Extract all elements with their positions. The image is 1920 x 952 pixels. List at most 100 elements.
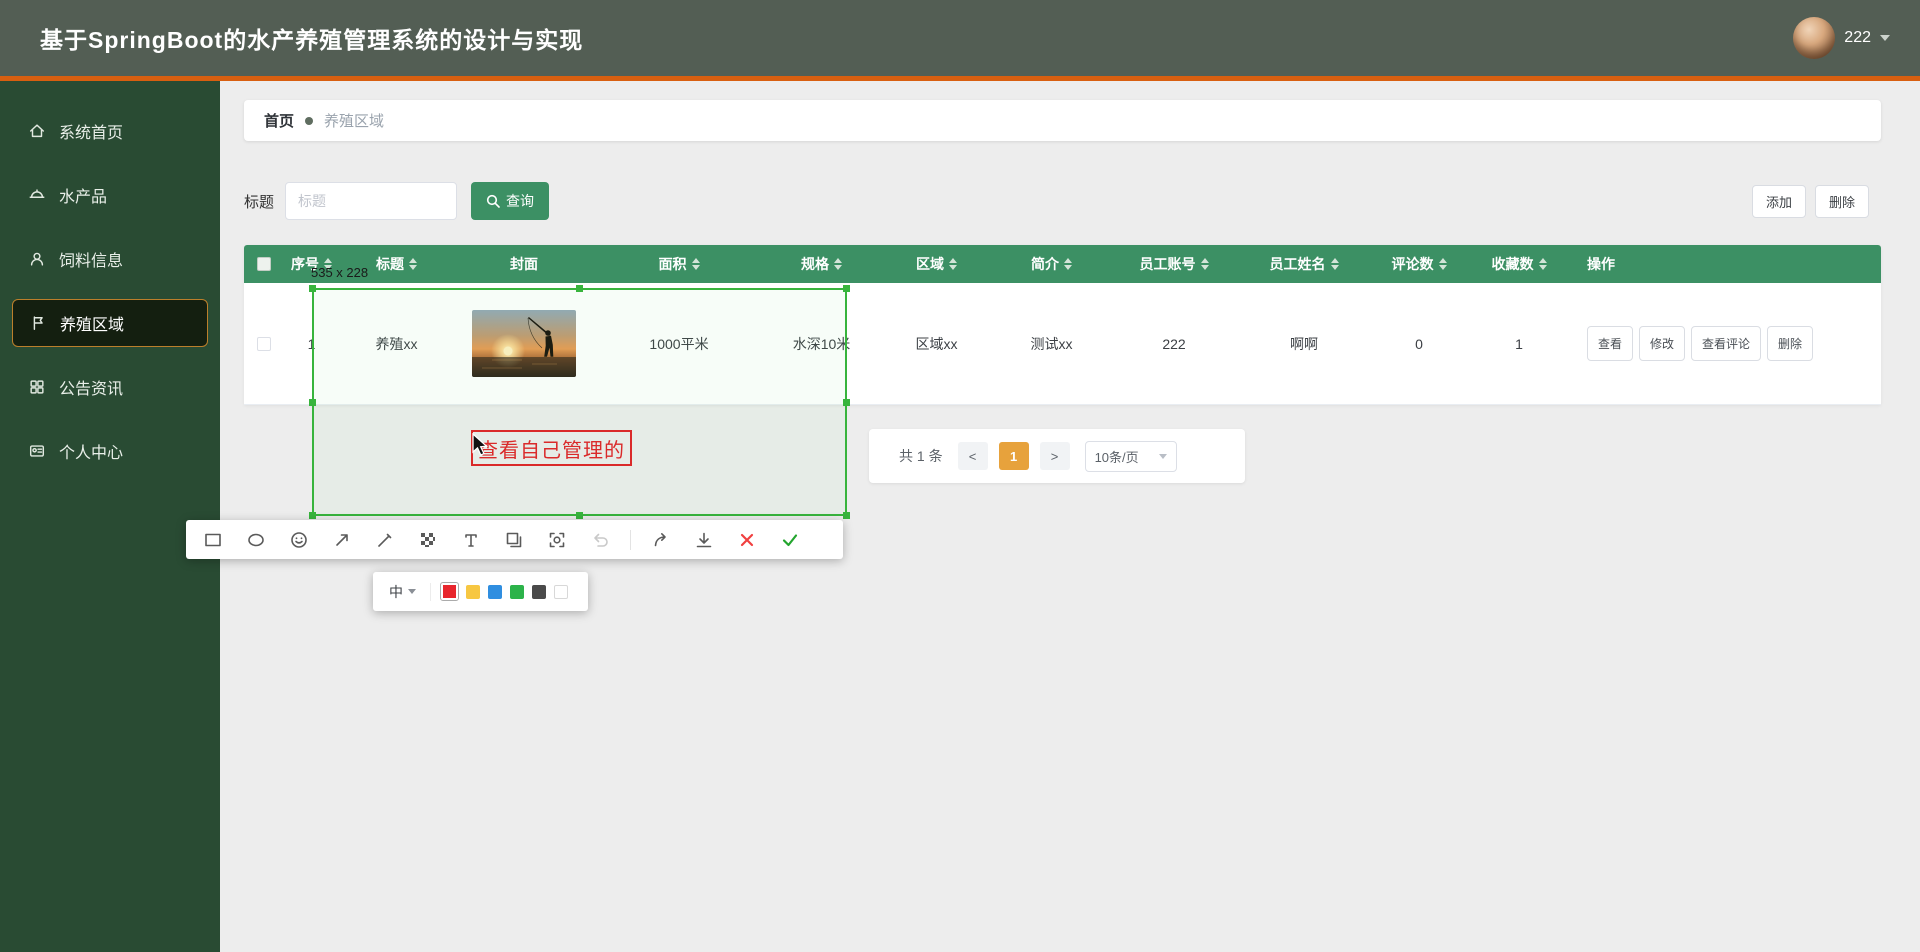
chevron-down-icon [1159, 454, 1167, 459]
color-swatch-red[interactable] [441, 583, 458, 600]
resize-handle[interactable] [843, 399, 850, 406]
color-swatch-white[interactable] [554, 585, 568, 599]
page-size-select[interactable]: 10条/页 [1085, 441, 1177, 472]
sidebar-item-aquatic-products[interactable]: 水产品 [12, 171, 208, 219]
search-icon [486, 194, 500, 208]
cell-staff-name: 啊啊 [1239, 334, 1369, 354]
sort-icon[interactable] [1064, 258, 1072, 270]
sort-icon[interactable] [1331, 258, 1339, 270]
col-region[interactable]: 区域 [879, 254, 994, 274]
sidebar-item-feed-info[interactable]: 饲料信息 [12, 235, 208, 283]
download-tool-icon[interactable] [691, 527, 717, 553]
options-separator [430, 583, 431, 601]
delete-row-button[interactable]: 删除 [1767, 326, 1813, 361]
sidebar-item-home[interactable]: 系统首页 [12, 107, 208, 155]
breadcrumb: 首页 养殖区域 [244, 100, 1881, 141]
table-actions: 添加 删除 [1752, 185, 1869, 218]
resize-handle[interactable] [843, 285, 850, 292]
resize-handle[interactable] [843, 512, 850, 519]
prev-page-button[interactable]: < [958, 442, 988, 470]
cancel-tool-icon[interactable] [734, 527, 760, 553]
sidebar-item-label: 水产品 [59, 183, 107, 207]
cell-favorites: 1 [1469, 336, 1569, 352]
col-staff-name[interactable]: 员工姓名 [1239, 254, 1369, 274]
sort-icon[interactable] [1439, 258, 1447, 270]
view-button[interactable]: 查看 [1587, 326, 1633, 361]
col-comments[interactable]: 评论数 [1369, 254, 1469, 274]
cell-staff-account: 222 [1109, 336, 1239, 352]
col-staff-account[interactable]: 员工账号 [1109, 254, 1239, 274]
delete-button[interactable]: 删除 [1815, 185, 1869, 218]
ellipse-tool-icon[interactable] [243, 527, 269, 553]
profile-icon [28, 442, 46, 460]
rect-tool-icon[interactable] [200, 527, 226, 553]
next-page-button[interactable]: > [1040, 442, 1070, 470]
col-area[interactable]: 面积 [594, 254, 764, 274]
feed-icon [28, 250, 46, 268]
app-header: 基于SpringBoot的水产养殖管理系统的设计与实现 222 [0, 0, 1920, 76]
sidebar-item-announcements[interactable]: 公告资讯 [12, 363, 208, 411]
search-label: 标题 [244, 191, 274, 212]
chevron-down-icon [408, 589, 416, 594]
confirm-tool-icon[interactable] [777, 527, 803, 553]
color-swatch-blue[interactable] [488, 585, 502, 599]
breadcrumb-current: 养殖区域 [324, 110, 384, 131]
color-swatch-dark[interactable] [532, 585, 546, 599]
annotation-toolbar [186, 520, 843, 559]
add-button[interactable]: 添加 [1752, 185, 1806, 218]
sort-icon[interactable] [409, 258, 417, 270]
sort-icon[interactable] [834, 258, 842, 270]
user-menu[interactable]: 222 [1793, 17, 1890, 59]
col-spec[interactable]: 规格 [764, 254, 879, 274]
home-icon [28, 122, 46, 140]
avatar[interactable] [1793, 17, 1835, 59]
sidebar-item-personal-center[interactable]: 个人中心 [12, 427, 208, 475]
ocr-tool-icon[interactable] [544, 527, 570, 553]
row-checkbox[interactable] [257, 337, 271, 351]
color-swatch-green[interactable] [510, 585, 524, 599]
resize-handle[interactable] [309, 285, 316, 292]
sort-icon[interactable] [1539, 258, 1547, 270]
sidebar-item-label: 公告资讯 [59, 375, 123, 399]
mosaic-tool-icon[interactable] [415, 527, 441, 553]
arrow-tool-icon[interactable] [329, 527, 355, 553]
cell-intro: 测试xx [994, 334, 1109, 354]
text-tool-icon[interactable] [458, 527, 484, 553]
breadcrumb-home[interactable]: 首页 [264, 110, 294, 131]
mouse-cursor [472, 433, 494, 457]
search-input[interactable] [285, 182, 457, 220]
selection-size-label: 535 x 228 [311, 265, 368, 280]
product-icon [28, 186, 46, 204]
color-swatch-yellow[interactable] [466, 585, 480, 599]
username: 222 [1844, 29, 1871, 47]
copy-tool-icon[interactable] [501, 527, 527, 553]
sort-icon[interactable] [949, 258, 957, 270]
view-comments-button[interactable]: 查看评论 [1691, 326, 1761, 361]
annotation-options-bar: 中 [373, 572, 588, 611]
sort-icon[interactable] [1201, 258, 1209, 270]
pen-tool-icon[interactable] [372, 527, 398, 553]
sort-icon[interactable] [692, 258, 700, 270]
resize-handle[interactable] [309, 399, 316, 406]
share-tool-icon[interactable] [648, 527, 674, 553]
page-1-button[interactable]: 1 [999, 442, 1029, 470]
query-button[interactable]: 查询 [471, 182, 549, 220]
col-favorites[interactable]: 收藏数 [1469, 254, 1569, 274]
resize-handle[interactable] [309, 512, 316, 519]
sidebar-item-label: 饲料信息 [59, 247, 123, 271]
resize-handle[interactable] [576, 285, 583, 292]
sidebar-item-breeding-area[interactable]: 养殖区域 [12, 299, 208, 347]
screenshot-selection[interactable] [312, 288, 847, 516]
breadcrumb-dot [305, 117, 313, 125]
sidebar-item-label: 养殖区域 [60, 311, 124, 335]
stroke-size-select[interactable]: 中 [385, 579, 420, 605]
page-title: 基于SpringBoot的水产养殖管理系统的设计与实现 [40, 21, 583, 55]
annotation-text-box[interactable]: 查看自己管理的 [471, 430, 632, 466]
chevron-down-icon [1880, 35, 1890, 41]
select-all-checkbox[interactable] [257, 257, 271, 271]
undo-tool-icon[interactable] [587, 527, 613, 553]
resize-handle[interactable] [576, 512, 583, 519]
col-intro[interactable]: 简介 [994, 254, 1109, 274]
modify-button[interactable]: 修改 [1639, 326, 1685, 361]
emoji-tool-icon[interactable] [286, 527, 312, 553]
